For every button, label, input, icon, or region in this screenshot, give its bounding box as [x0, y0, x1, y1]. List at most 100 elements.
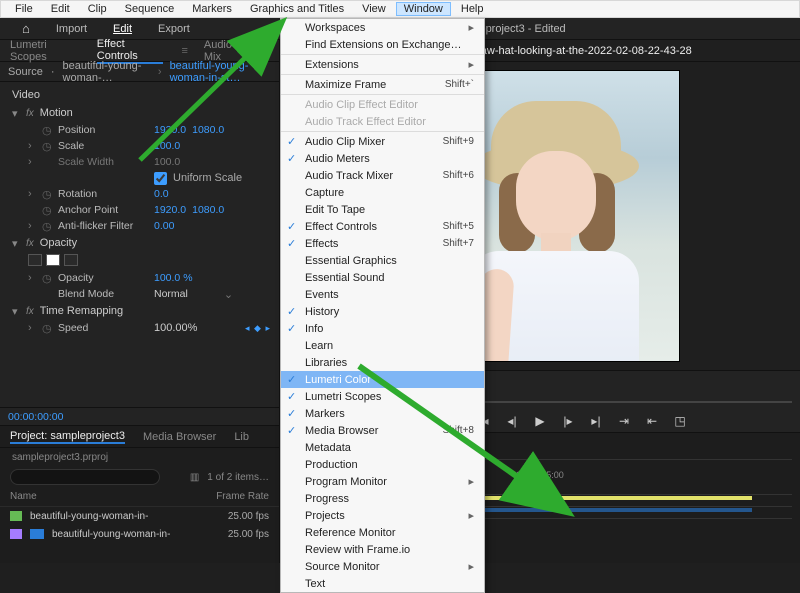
menu-item-history[interactable]: ✓History: [281, 303, 484, 320]
menu-edit[interactable]: Edit: [43, 2, 78, 16]
project-row-name: beautiful-young-woman-in-: [52, 529, 220, 540]
stopwatch-icon[interactable]: ◷: [42, 204, 52, 217]
lift-button[interactable]: ⇥: [617, 414, 631, 428]
menu-item-capture[interactable]: Capture: [281, 184, 484, 201]
antiflicker-value[interactable]: 0.00: [154, 220, 174, 232]
step-back-button[interactable]: ◂|: [505, 414, 519, 428]
tab-media-browser[interactable]: Media Browser: [143, 431, 216, 443]
stopwatch-icon[interactable]: ◷: [42, 272, 52, 285]
menu-item-reference-monitor[interactable]: Reference Monitor: [281, 524, 484, 541]
home-icon[interactable]: [22, 21, 30, 36]
menu-item-projects[interactable]: Projects▸: [281, 507, 484, 524]
menu-item-program-monitor[interactable]: Program Monitor▸: [281, 473, 484, 490]
menu-item-production[interactable]: Production: [281, 456, 484, 473]
menu-item-edit-to-tape[interactable]: Edit To Tape: [281, 201, 484, 218]
menu-item-essential-sound[interactable]: Essential Sound: [281, 269, 484, 286]
stopwatch-icon[interactable]: ◷: [42, 124, 52, 137]
speed-value[interactable]: 100.00%: [154, 322, 197, 334]
panel-menu-icon[interactable]: ≡: [181, 45, 187, 57]
rotation-value[interactable]: 0.0: [154, 188, 169, 200]
menu-item-maximize-frame[interactable]: Maximize FrameShift+`: [281, 76, 484, 93]
workspace-tab-edit[interactable]: Edit: [113, 23, 132, 35]
position-x[interactable]: 1920.0: [154, 124, 186, 136]
menu-item-info[interactable]: ✓Info: [281, 320, 484, 337]
project-row[interactable]: beautiful-young-woman-in- 25.00 fps: [0, 525, 279, 543]
source-master-clip[interactable]: beautiful-young-woman-…: [63, 60, 150, 84]
menu-item-events[interactable]: Events: [281, 286, 484, 303]
go-to-out-button[interactable]: ▸|: [589, 414, 603, 428]
tab-project[interactable]: Project: sampleproject3: [10, 430, 125, 444]
menu-item-label: Effect Controls: [305, 221, 377, 233]
workspace-tab-import[interactable]: Import: [56, 23, 87, 35]
menu-item-progress[interactable]: Progress: [281, 490, 484, 507]
menu-item-extensions[interactable]: Extensions ▸: [281, 56, 484, 73]
play-button[interactable]: ▶: [533, 414, 547, 428]
bin-list-icon[interactable]: ▥: [190, 472, 199, 483]
prop-blend-mode: Blend Mode Normal ⌄: [6, 286, 279, 302]
uniform-scale-checkbox[interactable]: [154, 172, 167, 185]
menu-item-text[interactable]: Text: [281, 575, 484, 592]
menu-item-markers[interactable]: ✓Markers: [281, 405, 484, 422]
keyframe-nav[interactable]: ◂ ◆ ▸: [245, 323, 271, 334]
prop-speed: ›◷ Speed 100.00% ◂ ◆ ▸: [6, 320, 279, 336]
menu-sequence[interactable]: Sequence: [117, 2, 183, 16]
menu-item-label: Media Browser: [305, 425, 378, 437]
menu-item-media-browser[interactable]: ✓Media BrowserShift+8: [281, 422, 484, 439]
menu-item-essential-graphics[interactable]: Essential Graphics: [281, 252, 484, 269]
menu-item-review-with-frame-io[interactable]: Review with Frame.io: [281, 541, 484, 558]
menu-item-audio-track-mixer[interactable]: Audio Track MixerShift+6: [281, 167, 484, 184]
source-sequence-clip[interactable]: beautiful-young-woman-in-st…: [170, 60, 271, 84]
project-file-name: sampleproject3.prproj: [0, 448, 279, 467]
menu-help[interactable]: Help: [453, 2, 492, 16]
menu-item-libraries[interactable]: Libraries: [281, 354, 484, 371]
scale-value[interactable]: 100.0: [154, 140, 180, 152]
step-forward-button[interactable]: |▸: [561, 414, 575, 428]
menu-item-find-extensions-on-exchange[interactable]: Find Extensions on Exchange…: [281, 36, 484, 53]
menu-file[interactable]: File: [7, 2, 41, 16]
menu-markers[interactable]: Markers: [184, 2, 240, 16]
submenu-arrow-icon: ▸: [468, 58, 474, 71]
submenu-arrow-icon: ▸: [468, 509, 474, 522]
opacity-value[interactable]: 100.0 %: [154, 272, 193, 284]
mask-ellipse-icon[interactable]: [28, 254, 42, 266]
menu-item-lumetri-color[interactable]: ✓Lumetri Color: [281, 371, 484, 388]
fx-time-remapping[interactable]: ▾fx Time Remapping: [6, 302, 279, 320]
effect-controls-timecode[interactable]: 00:00:00:00: [0, 407, 279, 425]
stopwatch-icon[interactable]: ◷: [42, 220, 52, 233]
menu-graphics-titles[interactable]: Graphics and Titles: [242, 2, 352, 16]
menu-item-audio-meters[interactable]: ✓Audio Meters: [281, 150, 484, 167]
menu-item-learn[interactable]: Learn: [281, 337, 484, 354]
mask-pen-icon[interactable]: [64, 254, 78, 266]
menu-item-effects[interactable]: ✓EffectsShift+7: [281, 235, 484, 252]
extract-button[interactable]: ⇤: [645, 414, 659, 428]
menu-item-label: Lumetri Scopes: [305, 391, 381, 403]
menu-item-workspaces[interactable]: Workspaces▸: [281, 19, 484, 36]
col-name[interactable]: Name: [10, 491, 216, 502]
stopwatch-icon[interactable]: ◷: [42, 140, 52, 153]
stopwatch-icon[interactable]: ◷: [42, 188, 52, 201]
blend-mode-select[interactable]: Normal: [154, 288, 188, 300]
fx-opacity[interactable]: ▾fx Opacity: [6, 234, 279, 252]
check-icon: ✓: [287, 152, 296, 165]
menu-window[interactable]: Window: [396, 2, 451, 16]
export-frame-button[interactable]: ◳: [673, 414, 687, 428]
menu-item-label: Extensions: [305, 59, 359, 71]
mask-rect-icon[interactable]: [46, 254, 60, 266]
position-y[interactable]: 1080.0: [192, 124, 224, 136]
menu-view[interactable]: View: [354, 2, 394, 16]
stopwatch-icon[interactable]: ◷: [42, 322, 52, 335]
menu-item-metadata[interactable]: Metadata: [281, 439, 484, 456]
project-search-input[interactable]: [10, 469, 160, 485]
menu-item-source-monitor[interactable]: Source Monitor▸: [281, 558, 484, 575]
menu-clip[interactable]: Clip: [80, 2, 115, 16]
menu-item-effect-controls[interactable]: ✓Effect ControlsShift+5: [281, 218, 484, 235]
tab-libraries[interactable]: Lib: [234, 431, 249, 443]
anchor-x[interactable]: 1920.0: [154, 204, 186, 216]
col-frame-rate[interactable]: Frame Rate: [216, 491, 269, 502]
project-row[interactable]: beautiful-young-woman-in- 25.00 fps: [0, 507, 279, 525]
workspace-tab-export[interactable]: Export: [158, 23, 190, 35]
fx-motion[interactable]: ▾fx Motion: [6, 104, 279, 122]
anchor-y[interactable]: 1080.0: [192, 204, 224, 216]
menu-item-lumetri-scopes[interactable]: ✓Lumetri Scopes: [281, 388, 484, 405]
menu-item-audio-clip-mixer[interactable]: ✓Audio Clip MixerShift+9: [281, 133, 484, 150]
